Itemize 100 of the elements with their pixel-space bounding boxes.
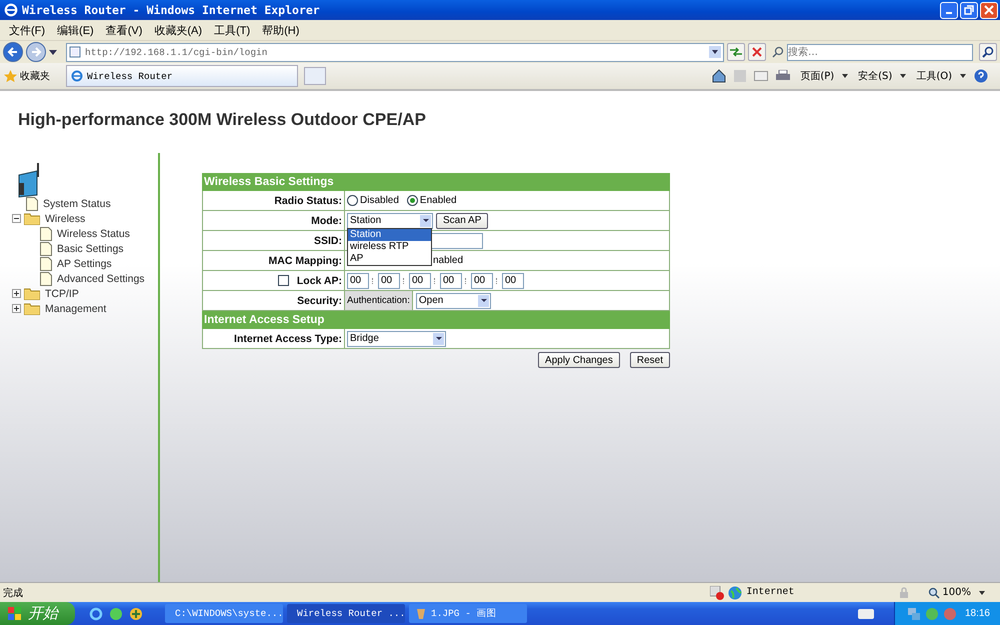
menu-item[interactable]: 查看(V): [100, 22, 148, 38]
keyboard-icon[interactable]: [858, 608, 874, 618]
nav-item[interactable]: Wireless: [45, 212, 86, 224]
checkbox[interactable]: [278, 275, 289, 286]
caret-icon: [842, 74, 848, 78]
nav-item[interactable]: System Status: [43, 198, 111, 210]
caret-icon: [979, 590, 985, 594]
close-button[interactable]: [980, 2, 998, 18]
command-menu[interactable]: 工具(O): [916, 69, 952, 83]
taskbar-button[interactable]: 1.JPG - 画图: [409, 604, 527, 623]
minimize-button[interactable]: [940, 2, 958, 18]
option-label: Enabled: [420, 195, 457, 206]
browser-logo-icon[interactable]: [89, 606, 103, 620]
command-menu[interactable]: 页面(P): [800, 69, 834, 83]
blocked-icon: [710, 586, 724, 600]
printer-icon[interactable]: [776, 70, 790, 82]
menu-item[interactable]: 编辑(E): [51, 22, 100, 38]
mac-octet-field[interactable]: 00: [347, 272, 369, 288]
expand-icon[interactable]: [12, 304, 21, 313]
field-label: SSID:: [314, 234, 342, 246]
nav-item[interactable]: Management: [45, 302, 106, 314]
magnifier-icon: [928, 586, 940, 598]
collapse-icon[interactable]: [12, 214, 21, 223]
nav-item[interactable]: AP Settings: [57, 258, 112, 270]
taskbar-button[interactable]: Wireless Router ...: [287, 604, 405, 623]
folder-icon: [24, 302, 40, 314]
option-label: Disabled: [360, 195, 399, 206]
nav-item[interactable]: Basic Settings: [57, 242, 124, 254]
star-icon: [4, 70, 17, 82]
arrow-left-icon: [7, 46, 19, 58]
security-zone: Internet: [746, 587, 794, 598]
dropdown-option[interactable]: AP: [348, 252, 431, 264]
nav-item[interactable]: Advanced Settings: [57, 272, 145, 284]
expand-icon[interactable]: [12, 289, 21, 298]
taskbar-button[interactable]: C:\WINDOWS\syste...: [165, 604, 283, 623]
arrow-right-icon: [30, 46, 42, 58]
page-icon: [69, 46, 81, 58]
status-text: 完成: [3, 586, 23, 600]
select-field[interactable]: Open: [416, 292, 491, 308]
restore-icon: [964, 5, 974, 15]
restore-button[interactable]: [960, 2, 978, 18]
menu-item[interactable]: 帮助(H): [256, 22, 306, 38]
section-header: Wireless Basic Settings: [202, 173, 670, 191]
refresh-button[interactable]: [727, 43, 745, 61]
form-button[interactable]: Reset: [630, 352, 670, 368]
document-icon: [26, 196, 38, 210]
document-icon: [40, 272, 52, 286]
stop-button[interactable]: [748, 43, 766, 61]
windows-logo-icon: [8, 606, 22, 620]
mac-octet-field[interactable]: 00: [502, 272, 524, 288]
back-button[interactable]: [3, 42, 23, 62]
folder-icon: [24, 288, 40, 300]
minimize-icon: [946, 12, 952, 14]
zoom-level[interactable]: 100%: [928, 586, 971, 598]
radio-button[interactable]: [406, 195, 418, 206]
folder-icon: [24, 212, 40, 224]
close-icon: [984, 5, 994, 15]
caret-icon: [900, 74, 906, 78]
search-field[interactable]: 搜索…: [787, 44, 973, 60]
close-icon: [752, 47, 762, 57]
page-heading: High-performance 300M Wireless Outdoor CPE/AP: [17, 109, 427, 131]
select-field[interactable]: Bridge: [347, 330, 446, 346]
field-label: Mode:: [311, 214, 342, 226]
search-button[interactable]: [979, 43, 997, 61]
mac-octet-field[interactable]: 00: [378, 272, 400, 288]
dropdown-option[interactable]: Station: [348, 228, 431, 240]
field-label: Security:: [297, 294, 342, 306]
search-icon: [772, 46, 784, 58]
mac-octet-field[interactable]: 00: [409, 272, 431, 288]
option-label: nabled: [433, 255, 464, 266]
form-button[interactable]: Apply Changes: [538, 352, 620, 368]
field-label: Authentication:: [345, 291, 413, 310]
menu-item[interactable]: 工具(T): [208, 22, 256, 38]
browser-tab[interactable]: Wireless Router: [66, 65, 298, 87]
forward-button[interactable]: [26, 42, 46, 62]
document-icon: [40, 242, 52, 256]
select-field[interactable]: Station: [347, 212, 433, 228]
help-icon[interactable]: [974, 69, 988, 83]
plus-circle-icon[interactable]: [129, 606, 143, 620]
dropdown-option[interactable]: wireless RTP: [348, 240, 431, 252]
address-field[interactable]: http://192.168.1.1/cgi-bin/login: [66, 42, 724, 62]
field-label: MAC Mapping:: [268, 254, 342, 266]
home-icon[interactable]: [712, 69, 726, 83]
nav-item[interactable]: Wireless Status: [57, 228, 130, 240]
circle-icon[interactable]: [109, 606, 123, 620]
window-title: Wireless Router - Windows Internet Explorer: [22, 3, 321, 17]
nav-item[interactable]: TCP/IP: [45, 288, 79, 300]
dropdown-arrow-icon[interactable]: [49, 50, 57, 54]
mac-octet-field[interactable]: 00: [440, 272, 462, 288]
browser-logo-icon: [71, 70, 83, 82]
menu-item[interactable]: 文件(F): [3, 22, 52, 38]
scan-button[interactable]: Scan AP: [436, 212, 488, 228]
refresh-icon: [729, 47, 743, 57]
document-icon: [40, 226, 52, 240]
mac-octet-field[interactable]: 00: [471, 272, 493, 288]
menu-item[interactable]: 收藏夹(A): [148, 22, 208, 38]
browser-logo-icon: [4, 3, 18, 17]
radio-button[interactable]: [347, 195, 358, 206]
favorites-button[interactable]: 收藏夹: [4, 69, 50, 83]
command-menu[interactable]: 安全(S): [858, 69, 892, 83]
